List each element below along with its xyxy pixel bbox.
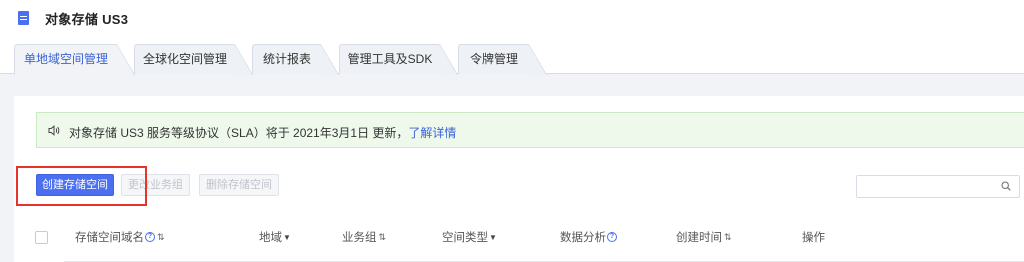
col-data-analysis: 数据分析 ? (560, 229, 617, 245)
col-region[interactable]: 地域 ▼ (259, 229, 291, 245)
tab-global[interactable]: 全球化空间管理 (134, 44, 253, 75)
column-label: 地域 (259, 232, 282, 244)
learn-more-link[interactable]: 了解详情 (408, 126, 456, 140)
tab-label: 统计报表 (262, 52, 311, 66)
page-title: 对象存储 US3 (45, 12, 129, 27)
highlight-annotation (16, 166, 147, 206)
col-created-time[interactable]: 创建时间 ⇅ (676, 229, 731, 245)
tab-single-region[interactable]: 单地域空间管理 (14, 44, 135, 75)
search-input[interactable] (856, 175, 1020, 198)
tab-tools-sdk[interactable]: 管理工具及SDK (339, 44, 458, 75)
tab-label: 管理工具及SDK (347, 52, 433, 66)
sort-icon[interactable]: ⇅ (157, 232, 164, 243)
select-all-checkbox[interactable] (35, 231, 48, 244)
col-actions: 操作 (802, 229, 825, 245)
table-header: 存储空间域名 ? ⇅ 地域 ▼ 业务组 ⇅ 空间类型 ▼ 数据分析 ? 创建时间… (14, 220, 1024, 262)
filter-icon[interactable]: ▼ (283, 233, 291, 242)
column-label: 业务组 (342, 232, 377, 244)
speaker-icon (48, 125, 60, 136)
column-label: 空间类型 (442, 232, 488, 244)
notice-text: 对象存储 US3 服务等级协议（SLA）将于 2021年3月1日 更新， (69, 126, 409, 140)
tab-label: 单地域空间管理 (23, 52, 108, 66)
filter-icon[interactable]: ▼ (489, 233, 497, 242)
document-icon (18, 11, 29, 25)
help-icon[interactable]: ? (607, 232, 617, 242)
sort-icon[interactable]: ⇅ (724, 232, 731, 243)
app-header: 对象存储 US3 (0, 0, 1024, 44)
help-icon[interactable]: ? (145, 232, 155, 242)
tab-label: 全球化空间管理 (142, 52, 227, 66)
tab-statistics[interactable]: 统计报表 (252, 44, 339, 75)
tab-label: 令牌管理 (469, 52, 518, 66)
tab-token[interactable]: 令牌管理 (458, 44, 547, 75)
col-space-type[interactable]: 空间类型 ▼ (442, 229, 497, 245)
column-label: 操作 (802, 232, 825, 244)
delete-bucket-button[interactable]: 删除存储空间 (199, 174, 279, 196)
column-label: 数据分析 (560, 232, 606, 244)
sla-notice: 对象存储 US3 服务等级协议（SLA）将于 2021年3月1日 更新，了解详情 (36, 112, 1024, 148)
sort-icon[interactable]: ⇅ (379, 232, 386, 243)
col-business-group[interactable]: 业务组 ⇅ (342, 229, 386, 245)
column-label: 存储空间域名 (75, 232, 144, 244)
col-bucket-domain[interactable]: 存储空间域名 ? ⇅ (75, 229, 164, 245)
column-label: 创建时间 (676, 232, 722, 244)
search-icon[interactable] (1001, 181, 1011, 191)
tab-bar: 单地域空间管理 全球化空间管理 统计报表 管理工具及SDK 令牌管理 (0, 44, 1024, 75)
